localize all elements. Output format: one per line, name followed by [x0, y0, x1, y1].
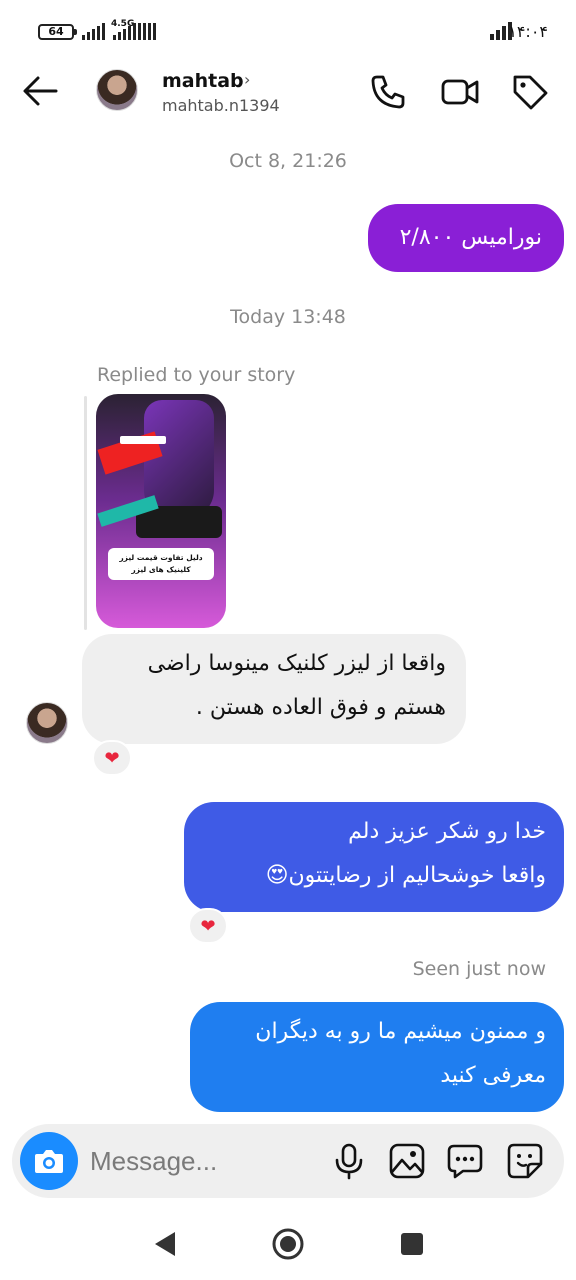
nav-home-icon[interactable] — [268, 1224, 308, 1264]
message-outgoing[interactable]: خدا رو شکر عزیز دلم واقعا خوشحالیم از رض… — [184, 802, 564, 912]
nav-back-icon[interactable] — [145, 1224, 185, 1264]
nav-recents-icon[interactable] — [392, 1224, 432, 1264]
story-caption-line: دلیل تفاوت قیمت لیزر — [119, 553, 203, 562]
microphone-icon[interactable] — [330, 1142, 368, 1180]
message-input[interactable] — [90, 1138, 320, 1184]
sender-avatar[interactable] — [26, 702, 68, 744]
video-camera-icon[interactable] — [440, 72, 480, 112]
reply-indicator-bar — [84, 396, 87, 630]
message-incoming[interactable]: واقعا از لیزر کلنیک مینوسا راضی هستم و ف… — [82, 634, 466, 744]
sticker-icon[interactable] — [506, 1142, 544, 1180]
status-bar: 64 4.5G ۱۴:۰۴ — [0, 0, 576, 58]
message-composer — [12, 1124, 564, 1198]
battery-level: 64 — [48, 25, 64, 38]
message-outgoing[interactable]: نورامیس ۲/۸۰۰ — [368, 204, 564, 272]
chat-bubble-icon[interactable] — [446, 1142, 484, 1180]
story-thumbnail[interactable]: دلیل تفاوت قیمت لیزر کلینیک های لیزر — [96, 394, 226, 628]
tag-icon[interactable] — [510, 72, 550, 112]
chat-header: mahtab › mahtab.n1394 — [0, 58, 576, 126]
seen-status: Seen just now — [412, 958, 546, 980]
user-handle: mahtab.n1394 — [162, 96, 280, 115]
signal-icon-2 — [113, 22, 156, 40]
back-arrow-icon[interactable] — [22, 74, 60, 108]
message-line: خدا رو شکر عزیز دلم — [348, 819, 546, 844]
camera-icon — [35, 1150, 63, 1173]
signal-icon — [82, 22, 105, 40]
replied-to-story-label: Replied to your story — [97, 364, 296, 386]
avatar[interactable] — [96, 69, 138, 111]
system-nav-bar — [0, 1206, 576, 1280]
gallery-icon[interactable] — [388, 1142, 426, 1180]
camera-button[interactable] — [20, 1132, 78, 1190]
message-line: واقعا خوشحالیم از رضایتتون😍 — [265, 863, 546, 888]
timestamp: Oct 8, 21:26 — [229, 150, 347, 172]
story-caption: دلیل تفاوت قیمت لیزر کلینیک های لیزر — [108, 548, 214, 580]
username[interactable]: mahtab — [162, 70, 244, 92]
battery-icon: 64 — [38, 24, 77, 40]
chevron-right-icon[interactable]: › — [244, 70, 250, 89]
heart-reaction-icon[interactable]: ❤ — [188, 908, 228, 944]
timestamp: Today 13:48 — [230, 306, 346, 328]
message-outgoing[interactable]: و ممنون میشیم ما رو به دیگران معرفی کنید — [190, 1002, 564, 1112]
story-caption-line: کلینیک های لیزر — [131, 565, 191, 574]
heart-reaction-icon[interactable]: ❤ — [92, 740, 132, 776]
phone-icon[interactable] — [368, 72, 408, 112]
status-clock: ۱۴:۰۴ — [508, 22, 548, 41]
